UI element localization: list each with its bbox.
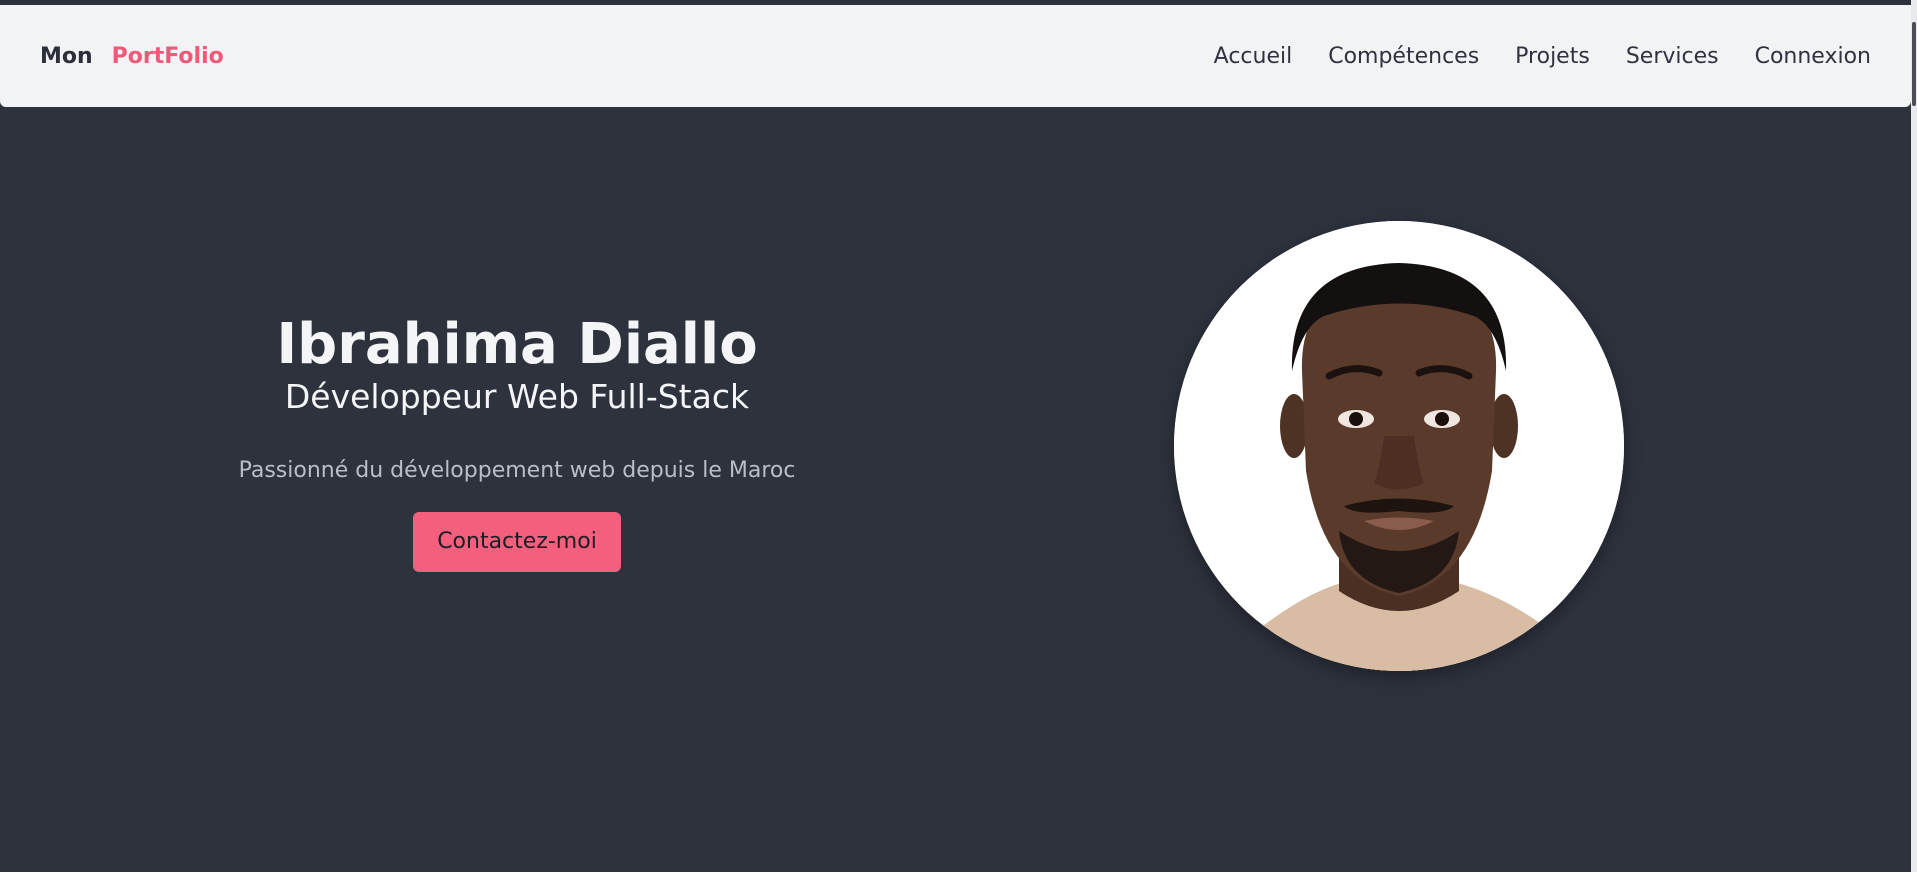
brand-mon: Mon	[40, 43, 93, 69]
nav-link-connexion[interactable]: Connexion	[1755, 44, 1871, 69]
navbar: Mon PortFolio Accueil Compétences Projet…	[0, 5, 1911, 107]
brand-logo[interactable]: Mon PortFolio	[40, 44, 224, 69]
nav-link-services[interactable]: Services	[1626, 44, 1719, 69]
contact-button[interactable]: Contactez-moi	[413, 512, 621, 572]
nav-link-accueil[interactable]: Accueil	[1214, 44, 1293, 69]
main-nav: Accueil Compétences Projets Services Con…	[1178, 44, 1871, 69]
profile-photo-icon	[1174, 221, 1624, 671]
hero-role: Développeur Web Full-Stack	[284, 377, 750, 416]
hero-section: Ibrahima Diallo Développeur Web Full-Sta…	[190, 310, 844, 572]
hero-name: Ibrahima Diallo	[276, 312, 758, 377]
hero-tagline: Passionné du développement web depuis le…	[238, 458, 796, 483]
scrollbar-thumb[interactable]	[1912, 22, 1916, 106]
brand-portfolio: PortFolio	[111, 43, 224, 69]
page-scrollbar[interactable]	[1911, 0, 1917, 872]
nav-link-competences[interactable]: Compétences	[1328, 44, 1479, 69]
nav-link-projets[interactable]: Projets	[1515, 44, 1590, 69]
page: Mon PortFolio Accueil Compétences Projet…	[0, 0, 1917, 872]
profile-photo-avatar	[1174, 221, 1624, 671]
